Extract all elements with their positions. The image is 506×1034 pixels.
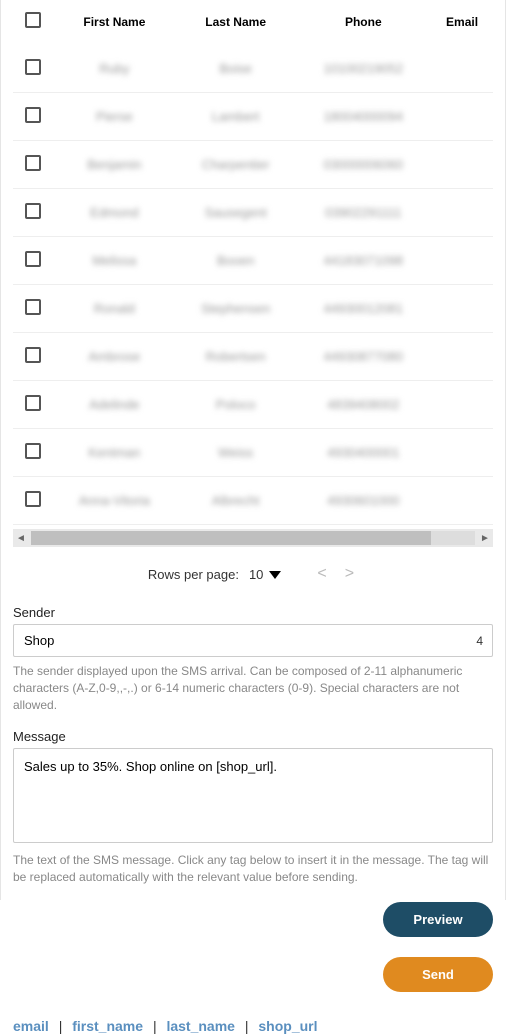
col-phone[interactable]: Phone [296, 0, 431, 44]
col-last-name[interactable]: Last Name [176, 0, 296, 44]
table-row[interactable]: RonaldStephensen44930012081 [13, 285, 493, 333]
cell-last-name: Lambert [176, 93, 296, 141]
cell-email [431, 285, 493, 333]
scroll-thumb[interactable] [31, 531, 431, 545]
tag-first-name[interactable]: first_name [72, 1018, 143, 1034]
row-checkbox[interactable] [25, 59, 41, 75]
message-textarea[interactable] [13, 748, 493, 843]
cell-last-name: Albrecht [176, 477, 296, 525]
cell-last-name: Sausegent [176, 189, 296, 237]
cell-last-name: Charpentier [176, 141, 296, 189]
tag-email[interactable]: email [13, 1018, 49, 1034]
insert-tags: email | first_name | last_name | shop_ur… [13, 1018, 493, 1034]
cell-phone: 03902291111 [296, 189, 431, 237]
message-label: Message [13, 729, 493, 744]
next-page-button[interactable]: > [341, 565, 358, 583]
table-row[interactable]: EdmondSausegent03902291111 [13, 189, 493, 237]
cell-email [431, 333, 493, 381]
rows-per-page-label: Rows per page: [148, 567, 239, 582]
scroll-track[interactable] [31, 531, 475, 545]
cell-email [431, 477, 493, 525]
scroll-right-icon[interactable]: ► [477, 530, 493, 546]
row-checkbox[interactable] [25, 299, 41, 315]
preview-button[interactable]: Preview [383, 902, 493, 937]
cell-first-name: Adelinde [53, 381, 176, 429]
sender-help-text: The sender displayed upon the SMS arriva… [13, 663, 493, 713]
table-row[interactable]: MelissaBooen44183071098 [13, 237, 493, 285]
cell-last-name: Poloco [176, 381, 296, 429]
cell-phone: 10100219052 [296, 44, 431, 93]
cell-last-name: Robertsen [176, 333, 296, 381]
contacts-table: First Name Last Name Phone Email RubyBoi… [13, 0, 493, 547]
cell-first-name: Edmond [53, 189, 176, 237]
sender-label: Sender [13, 605, 493, 620]
cell-phone: 44930877080 [296, 333, 431, 381]
row-checkbox[interactable] [25, 347, 41, 363]
cell-phone: 4839408002 [296, 381, 431, 429]
chevron-down-icon [269, 571, 281, 579]
cell-last-name: Boise [176, 44, 296, 93]
cell-last-name: Booen [176, 237, 296, 285]
table-row[interactable]: BenjaminCharpentier03000006060 [13, 141, 493, 189]
row-checkbox[interactable] [25, 443, 41, 459]
table-row[interactable]: AmbroseRobertsen44930877080 [13, 333, 493, 381]
cell-email [431, 189, 493, 237]
cell-email [431, 93, 493, 141]
cell-phone: 44183071098 [296, 237, 431, 285]
prev-page-button[interactable]: < [313, 565, 330, 583]
cell-phone: 4930601000 [296, 477, 431, 525]
table-row[interactable]: PierseLambert18004000094 [13, 93, 493, 141]
cell-email [431, 429, 493, 477]
row-checkbox[interactable] [25, 251, 41, 267]
row-checkbox[interactable] [25, 491, 41, 507]
cell-email [431, 44, 493, 93]
row-checkbox[interactable] [25, 107, 41, 123]
cell-first-name: Ambrose [53, 333, 176, 381]
horizontal-scrollbar[interactable]: ◄ ► [13, 529, 493, 547]
table-row[interactable]: Anna-VitoriaAlbrecht4930601000 [13, 477, 493, 525]
cell-first-name: Anna-Vitoria [53, 477, 176, 525]
tag-last-name[interactable]: last_name [166, 1018, 234, 1034]
send-button[interactable]: Send [383, 957, 493, 992]
cell-first-name: Ronald [53, 285, 176, 333]
row-checkbox[interactable] [25, 395, 41, 411]
cell-phone: 4930400001 [296, 429, 431, 477]
cell-email [431, 141, 493, 189]
cell-first-name: Pierse [53, 93, 176, 141]
cell-first-name: Ruby [53, 44, 176, 93]
cell-phone: 18004000094 [296, 93, 431, 141]
pagination: Rows per page: 10 < > [13, 547, 493, 605]
scroll-left-icon[interactable]: ◄ [13, 530, 29, 546]
cell-email [431, 381, 493, 429]
table-row[interactable]: RubyBoise10100219052 [13, 44, 493, 93]
table-row[interactable]: KentmanWeiss4930400001 [13, 429, 493, 477]
cell-first-name: Melissa [53, 237, 176, 285]
cell-phone: 44930012081 [296, 285, 431, 333]
message-help-text: The text of the SMS message. Click any t… [13, 852, 493, 886]
sender-char-count: 4 [476, 634, 483, 648]
rows-per-page-value[interactable]: 10 [249, 567, 281, 582]
row-checkbox[interactable] [25, 155, 41, 171]
cell-last-name: Weiss [176, 429, 296, 477]
cell-last-name: Stephensen [176, 285, 296, 333]
cell-first-name: Benjamin [53, 141, 176, 189]
col-first-name[interactable]: First Name [53, 0, 176, 44]
tag-shop-url[interactable]: shop_url [258, 1018, 317, 1034]
sender-input[interactable] [13, 624, 493, 657]
cell-phone: 03000006060 [296, 141, 431, 189]
table-row[interactable]: AdelindePoloco4839408002 [13, 381, 493, 429]
select-all-checkbox[interactable] [25, 12, 41, 28]
col-email[interactable]: Email [431, 0, 493, 44]
cell-email [431, 237, 493, 285]
row-checkbox[interactable] [25, 203, 41, 219]
cell-first-name: Kentman [53, 429, 176, 477]
